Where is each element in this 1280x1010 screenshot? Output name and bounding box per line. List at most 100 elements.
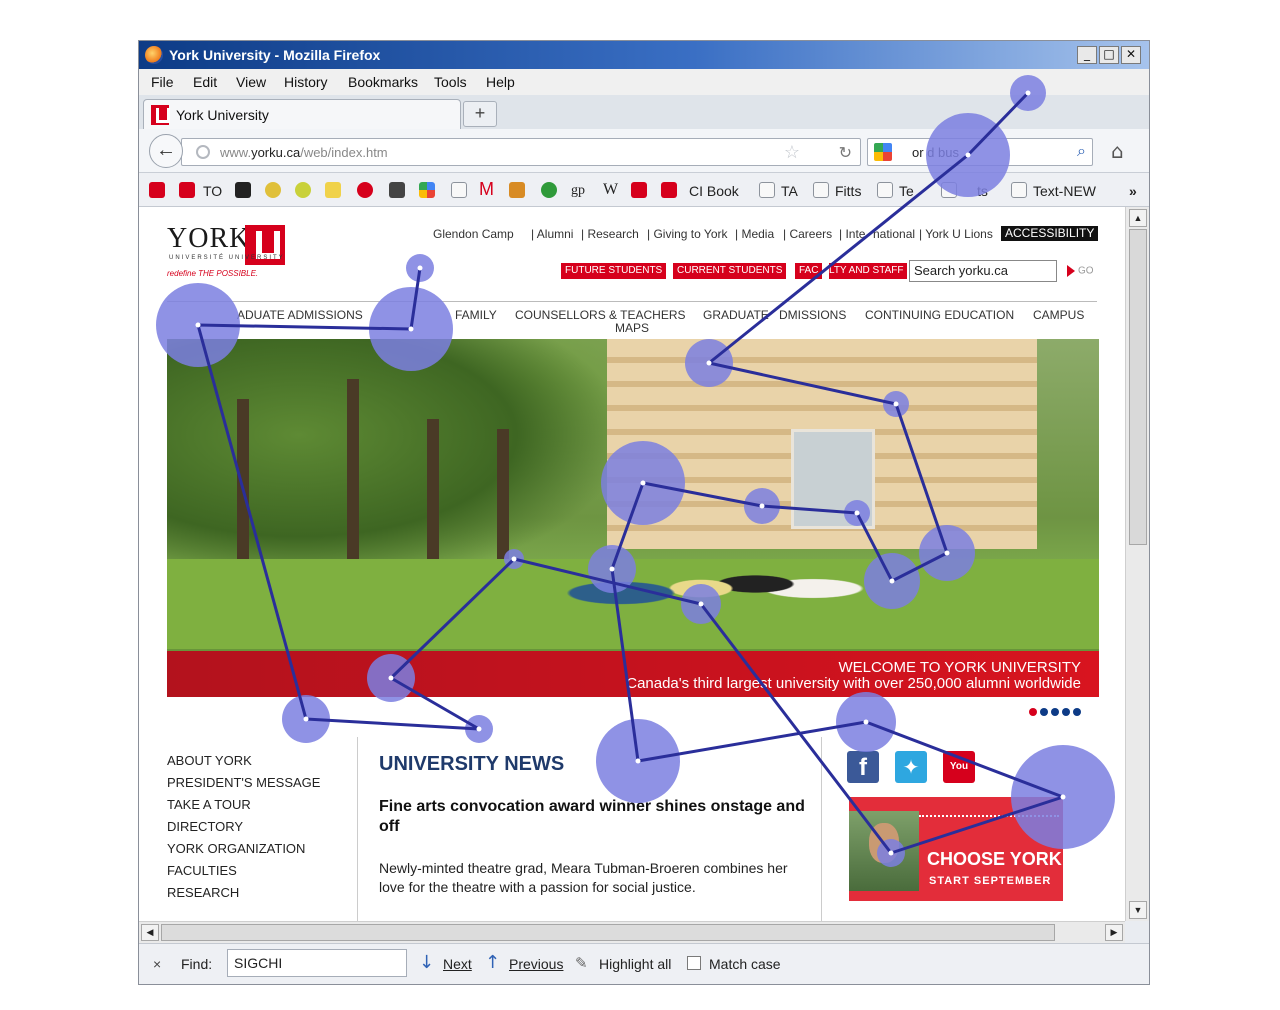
previous-arrow-icon[interactable]: ↑ (485, 952, 500, 973)
google-icon[interactable] (419, 182, 435, 198)
bookmark-to[interactable]: TO (203, 183, 222, 199)
close-window-button[interactable]: ✕ (1121, 46, 1141, 64)
nav-family[interactable]: FAMILY (455, 308, 497, 322)
carousel-dot[interactable] (1040, 708, 1048, 716)
menu-bookmarks[interactable]: Bookmarks (348, 74, 418, 90)
link-about-york[interactable]: ABOUT YORK (167, 753, 320, 775)
bookmark-fitts[interactable]: Fitts (835, 183, 861, 199)
link-faculties[interactable]: FACULTIES (167, 863, 320, 885)
choose-york-banner[interactable]: CHOOSE YORK START SEPTEMBER (849, 797, 1063, 901)
twitter-icon[interactable]: ✦ (895, 751, 927, 783)
faculty-staff-button-a[interactable]: FAC (795, 263, 823, 279)
next-arrow-icon[interactable]: ↓ (419, 952, 434, 973)
horizontal-scroll-thumb[interactable] (161, 924, 1055, 941)
scroll-up-arrow-icon[interactable]: ▲ (1129, 209, 1147, 227)
scroll-right-arrow-icon[interactable]: ▶ (1105, 924, 1123, 941)
minimize-button[interactable]: _ (1077, 46, 1097, 64)
link-york-organization[interactable]: YORK ORGANIZATION (167, 841, 320, 863)
hero-banner[interactable]: WELCOME TO YORK UNIVERSITY Canada's thir… (167, 651, 1099, 697)
find-previous-button[interactable]: Previous (509, 956, 563, 972)
home-icon[interactable]: ⌂ (1111, 139, 1124, 163)
hero-image[interactable]: WELCOME TO YORK UNIVERSITY Canada's thir… (167, 339, 1099, 697)
toplink-research[interactable]: | Research (581, 227, 639, 241)
carousel-dot[interactable] (1051, 708, 1059, 716)
youtube-icon[interactable] (631, 182, 647, 198)
bookmark-folder-icon[interactable] (1011, 182, 1027, 198)
carousel-dot[interactable] (1029, 708, 1037, 716)
future-students-button[interactable]: FUTURE STUDENTS (561, 263, 667, 279)
search-icon[interactable]: ⌕ (1077, 141, 1086, 161)
nav-undergrad-admissions[interactable]: ADUATE ADMISSIONS (237, 308, 363, 322)
nav-continuing-education[interactable]: CONTINUING EDUCATION (865, 308, 1014, 322)
menu-file[interactable]: File (151, 74, 174, 90)
vertical-scroll-thumb[interactable] (1129, 229, 1147, 545)
toplink-media[interactable]: | Media (735, 227, 774, 241)
bookmark-icon[interactable] (509, 182, 525, 198)
search-bar[interactable]: or d bus ⌕ (867, 138, 1093, 166)
new-tab-button[interactable]: + (463, 101, 497, 127)
menu-help[interactable]: Help (486, 74, 515, 90)
maximize-button[interactable]: □ (1099, 46, 1119, 64)
match-case-label[interactable]: Match case (709, 956, 781, 972)
toplink-glendon[interactable]: Glendon Camp (433, 227, 514, 241)
search-engine-icon[interactable] (874, 143, 892, 161)
menu-view[interactable]: View (236, 74, 266, 90)
bookmark-icon[interactable] (235, 182, 251, 198)
bookmark-text[interactable]: Te (899, 183, 914, 199)
bookmark-folder-icon[interactable] (877, 182, 893, 198)
find-close-icon[interactable]: × (153, 956, 161, 972)
carousel-dots[interactable] (1029, 703, 1084, 721)
bookmark-ta[interactable]: TA (781, 183, 798, 199)
nav-maps[interactable]: MAPS (615, 321, 649, 335)
toplink-international-b[interactable]: national (873, 227, 915, 241)
menu-tools[interactable]: Tools (434, 74, 467, 90)
wikipedia-icon[interactable]: W (603, 181, 618, 199)
url-bar[interactable]: www.yorku.ca/web/index.htm ☆ ↻ (181, 138, 861, 166)
match-case-checkbox[interactable] (687, 956, 701, 970)
scroll-down-arrow-icon[interactable]: ▼ (1129, 901, 1147, 919)
bookmark-icon[interactable] (389, 182, 405, 198)
reload-icon[interactable]: ↻ (839, 143, 852, 163)
go-button[interactable]: GO (1067, 265, 1094, 277)
link-directory[interactable]: DIRECTORY (167, 819, 320, 841)
faculty-staff-button-b[interactable]: LTY AND STAFF (829, 263, 908, 279)
nav-graduate-admissions[interactable]: DMISSIONS (779, 308, 846, 322)
facebook-icon[interactable]: f (847, 751, 879, 783)
bookmark-icon[interactable] (179, 182, 195, 198)
bookmark-icon[interactable] (325, 182, 341, 198)
bookmarks-overflow-icon[interactable]: » (1129, 183, 1137, 199)
bookmark-stats[interactable]: ts (977, 183, 988, 199)
bookmark-folder-icon[interactable] (813, 182, 829, 198)
toplink-giving[interactable]: | Giving to York (647, 227, 728, 241)
menu-history[interactable]: History (284, 74, 328, 90)
toplink-alumni[interactable]: | Alumni (531, 227, 573, 241)
horizontal-scrollbar[interactable]: ◀ ▶ (139, 921, 1125, 943)
back-button[interactable]: ← (149, 134, 183, 168)
bookmark-icon[interactable] (265, 182, 281, 198)
accessibility-link[interactable]: ACCESSIBILITY (1001, 226, 1099, 241)
toplink-careers[interactable]: | Careers (783, 227, 832, 241)
current-students-button[interactable]: CURRENT STUDENTS (673, 263, 787, 279)
bookmark-icon[interactable] (357, 182, 373, 198)
bookmark-icon[interactable] (149, 182, 165, 198)
find-next-button[interactable]: Next (443, 956, 472, 972)
gmail-icon[interactable]: M (479, 179, 494, 200)
menu-edit[interactable]: Edit (193, 74, 217, 90)
find-input[interactable] (227, 949, 407, 977)
bookmark-folder-icon[interactable] (759, 182, 775, 198)
carousel-dot[interactable] (1062, 708, 1070, 716)
link-take-a-tour[interactable]: TAKE A TOUR (167, 797, 320, 819)
nav-graduate[interactable]: GRADUATE (703, 308, 769, 322)
highlight-all-button[interactable]: Highlight all (599, 956, 671, 972)
link-research[interactable]: RESEARCH (167, 885, 320, 907)
bookmark-folder-icon[interactable] (941, 182, 957, 198)
nav-campus[interactable]: CAMPUS (1033, 308, 1084, 322)
bookmark-star-icon[interactable]: ☆ (784, 142, 800, 163)
bookmark-icon[interactable] (295, 182, 311, 198)
vertical-scrollbar[interactable]: ▲ ▼ (1125, 207, 1149, 921)
site-search-input[interactable]: Search yorku.ca (909, 260, 1057, 282)
youtube-social-icon[interactable]: You (943, 751, 975, 783)
tab-york-university[interactable]: York University (143, 99, 461, 129)
bookmark-text-new[interactable]: Text-NEW (1033, 183, 1096, 199)
gp-icon[interactable]: gp (571, 183, 585, 199)
